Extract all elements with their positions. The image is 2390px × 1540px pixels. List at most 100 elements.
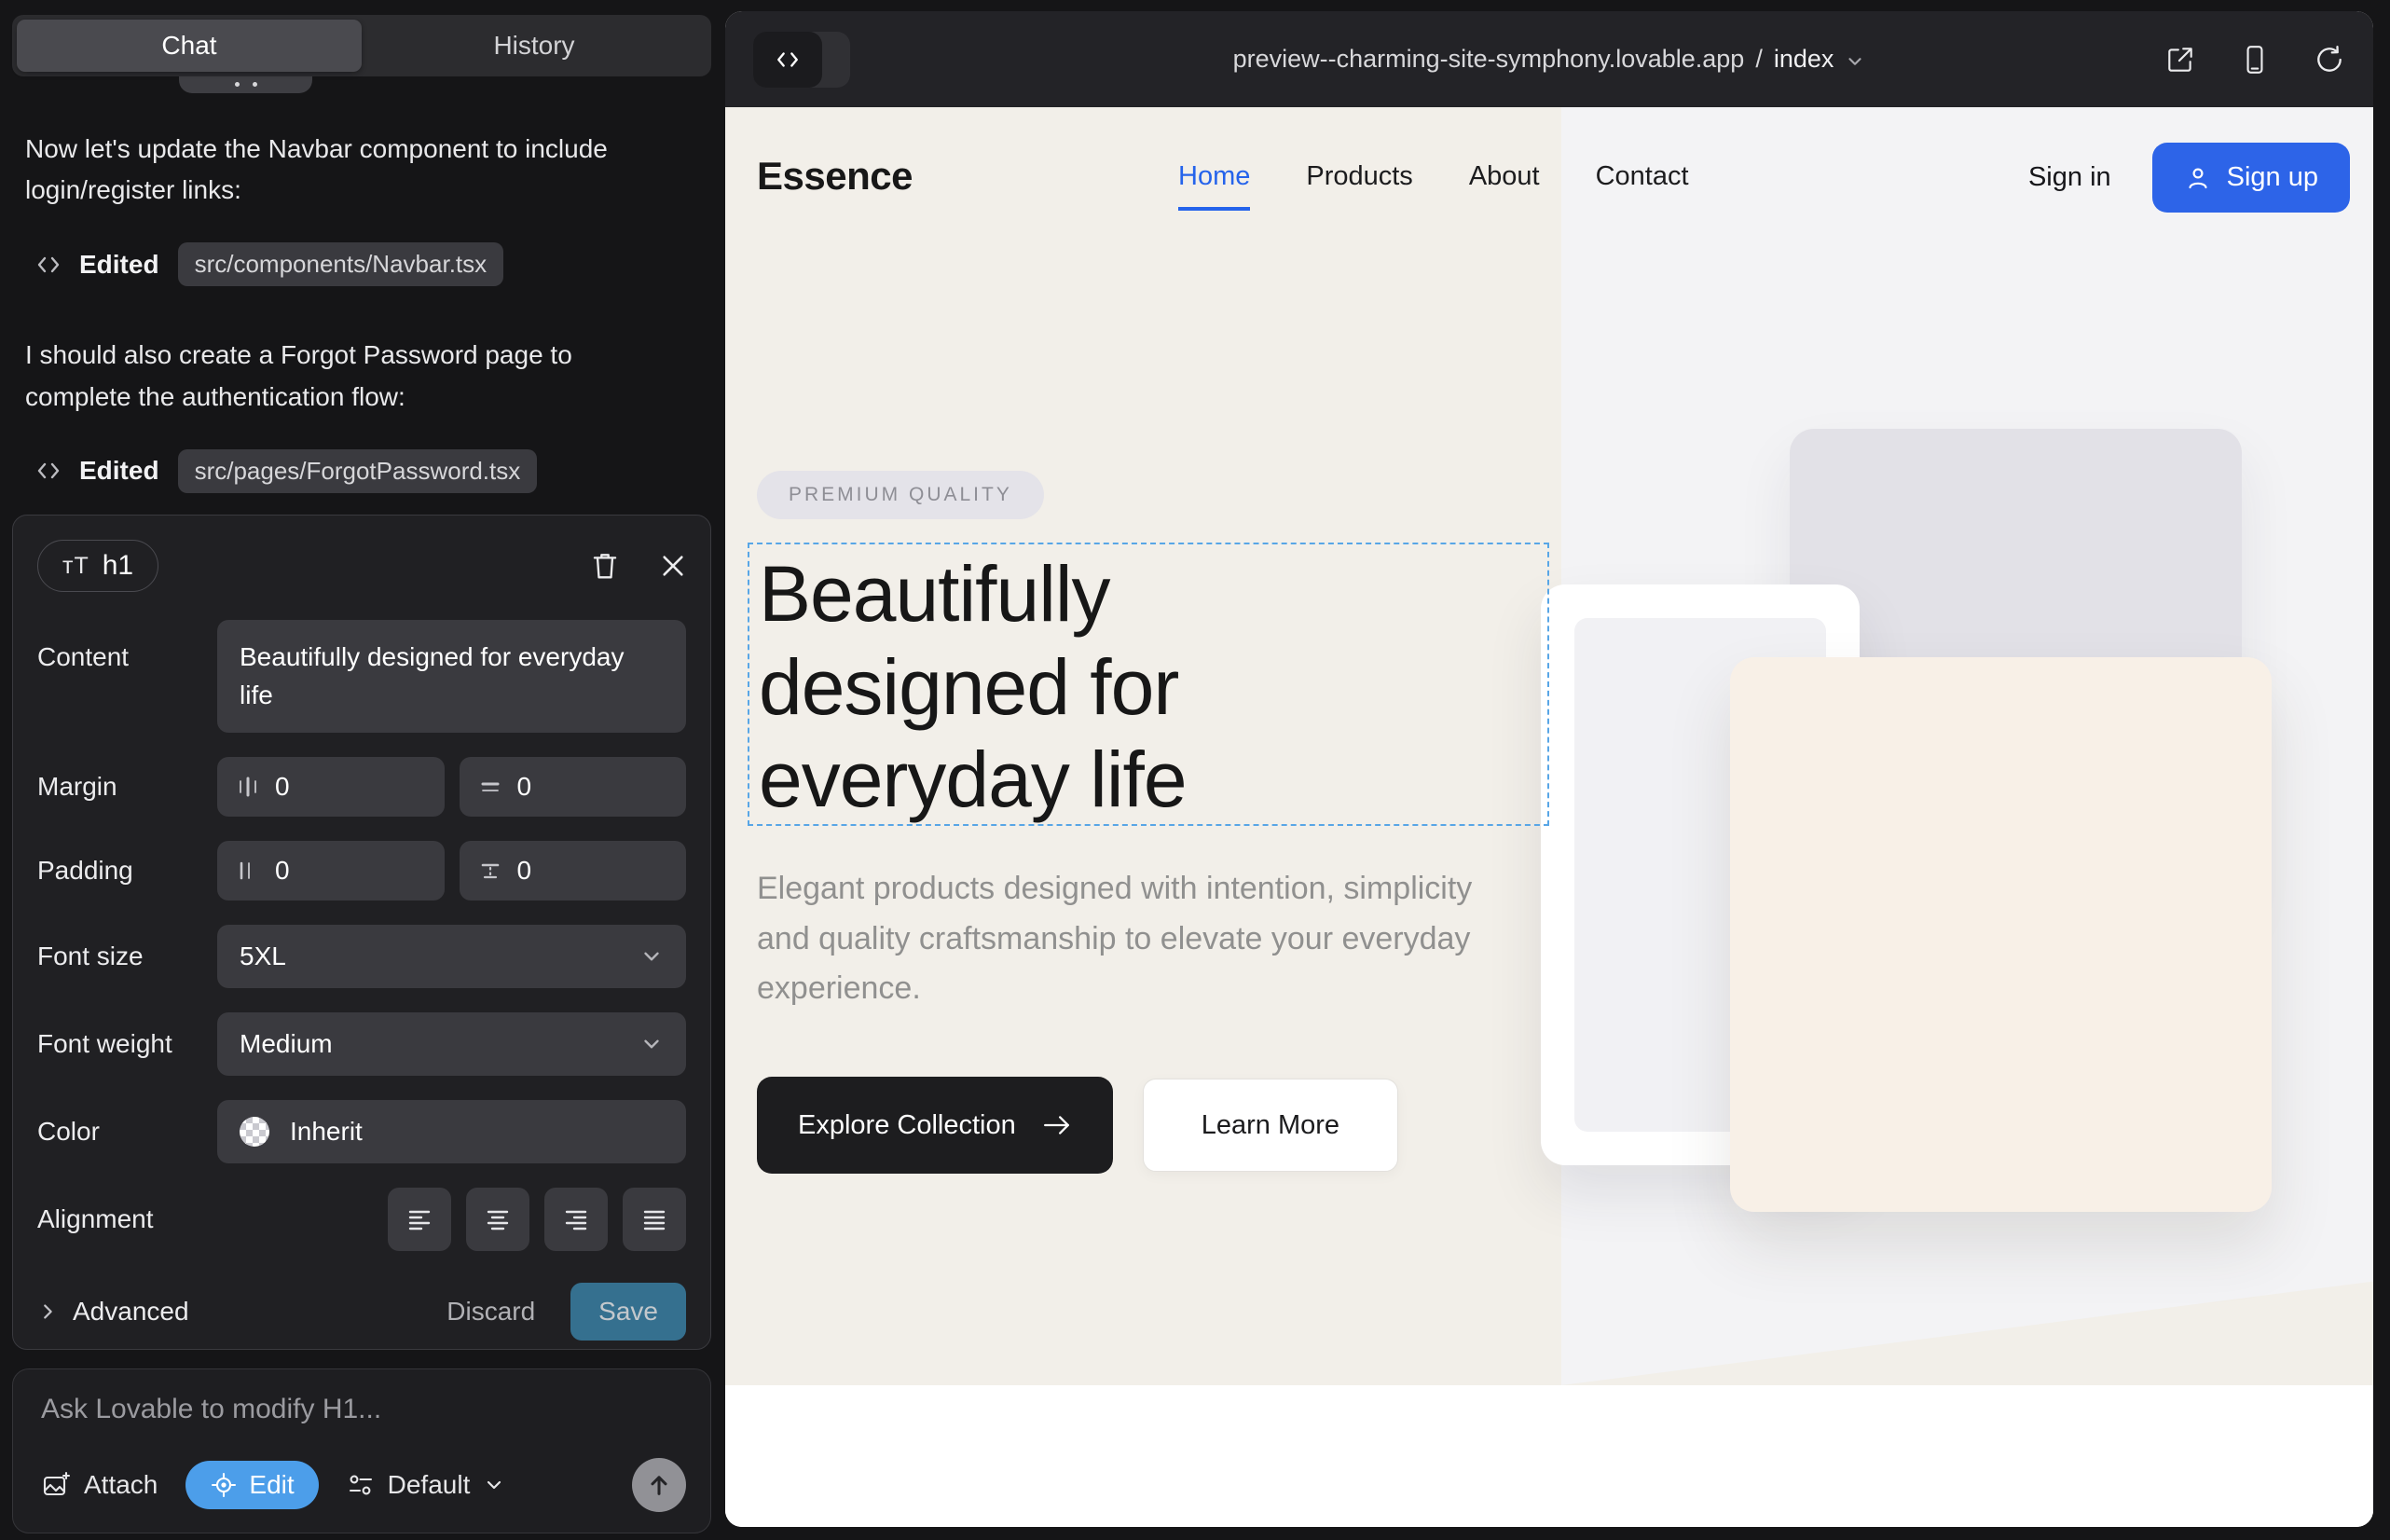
code-icon xyxy=(36,460,61,482)
font-size-select[interactable]: 5XL xyxy=(217,925,686,988)
content-input[interactable]: Beautifully designed for everyday life xyxy=(217,620,686,733)
tab-chat[interactable]: Chat xyxy=(17,20,362,72)
font-weight-select[interactable]: Medium xyxy=(217,1012,686,1076)
align-center-button[interactable] xyxy=(466,1188,529,1251)
mobile-icon xyxy=(2239,44,2271,76)
padding-x-input[interactable]: 0 xyxy=(217,841,445,901)
save-button[interactable]: Save xyxy=(570,1283,686,1341)
content-label: Content xyxy=(37,642,217,672)
attach-icon xyxy=(41,1470,71,1500)
align-justify-button[interactable] xyxy=(623,1188,686,1251)
font-weight-label: Font weight xyxy=(37,1029,217,1059)
close-icon[interactable] xyxy=(660,553,686,579)
editor-footer: Advanced Discard Save xyxy=(37,1283,686,1341)
user-icon xyxy=(2184,164,2212,192)
color-label: Color xyxy=(37,1117,217,1147)
chat-message: Now let's update the Navbar component to… xyxy=(25,129,626,211)
advanced-toggle[interactable]: Advanced xyxy=(37,1297,189,1327)
margin-y-icon xyxy=(478,775,502,799)
element-tag-pill[interactable]: тT h1 xyxy=(37,540,158,592)
alignment-label: Alignment xyxy=(37,1204,217,1234)
tab-history[interactable]: History xyxy=(362,20,707,72)
margin-y-input[interactable]: 0 xyxy=(460,757,687,817)
chevron-down-icon xyxy=(639,944,664,969)
chat-message: I should also create a Forgot Password p… xyxy=(25,335,626,417)
preview-toolbar: preview--charming-site-symphony.lovable.… xyxy=(725,11,2373,107)
code-view-toggle[interactable] xyxy=(753,32,850,88)
discard-button[interactable]: Discard xyxy=(446,1297,535,1327)
nav-link-contact[interactable]: Contact xyxy=(1596,161,1689,211)
align-right-button[interactable] xyxy=(544,1188,608,1251)
learn-more-button[interactable]: Learn More xyxy=(1143,1079,1398,1172)
content-row: Content Beautifully designed for everyda… xyxy=(37,620,686,733)
sign-in-link[interactable]: Sign in xyxy=(2028,162,2111,193)
mobile-view-button[interactable] xyxy=(2239,44,2271,76)
composer-input[interactable]: Ask Lovable to modify H1... xyxy=(41,1394,682,1425)
attach-button[interactable]: Attach xyxy=(41,1470,158,1500)
font-size-row: Font size 5XL xyxy=(37,925,686,988)
site-next-section xyxy=(725,1385,2373,1527)
align-center-icon xyxy=(484,1205,512,1233)
edited-file-row: Edited src/components/Navbar.tsx xyxy=(36,242,678,286)
chevron-down-icon xyxy=(639,1032,664,1056)
sidebar: Chat History Now let's update the Navbar… xyxy=(0,0,727,1540)
sign-up-button[interactable]: Sign up xyxy=(2152,143,2350,213)
delete-element-button[interactable] xyxy=(591,551,619,581)
quality-badge: PREMIUM QUALITY xyxy=(757,471,1044,519)
chat-composer: Ask Lovable to modify H1... Attach Edit … xyxy=(12,1368,711,1533)
margin-x-input[interactable]: 0 xyxy=(217,757,445,817)
chat-messages: Now let's update the Navbar component to… xyxy=(25,129,678,493)
send-button[interactable] xyxy=(632,1458,686,1512)
element-editor-panel: тT h1 Content Beautifully designed for e… xyxy=(12,515,711,1350)
default-mode-select[interactable]: Default xyxy=(347,1470,506,1500)
route-selector[interactable]: index xyxy=(1774,45,1834,74)
site-navbar: Essence Home Products About Contact Sign… xyxy=(725,107,2373,266)
padding-y-input[interactable]: 0 xyxy=(460,841,687,901)
nav-link-home[interactable]: Home xyxy=(1178,161,1250,211)
send-icon xyxy=(646,1472,672,1498)
align-left-button[interactable] xyxy=(388,1188,451,1251)
edited-file-row: Edited src/pages/ForgotPassword.tsx xyxy=(36,449,678,493)
margin-label: Margin xyxy=(37,772,217,802)
color-select[interactable]: Inherit xyxy=(217,1100,686,1163)
edit-mode-button[interactable]: Edit xyxy=(185,1461,318,1509)
nav-link-products[interactable]: Products xyxy=(1306,161,1412,211)
color-swatch xyxy=(240,1117,269,1147)
preview-window: preview--charming-site-symphony.lovable.… xyxy=(725,11,2373,1527)
nav-link-about[interactable]: About xyxy=(1469,161,1540,211)
chevron-down-icon xyxy=(1845,51,1865,72)
external-link-icon xyxy=(2164,44,2196,76)
align-right-icon xyxy=(562,1205,590,1233)
open-external-button[interactable] xyxy=(2164,44,2196,76)
target-icon xyxy=(210,1471,238,1499)
padding-label: Padding xyxy=(37,856,217,886)
site-logo[interactable]: Essence xyxy=(757,154,913,199)
explore-collection-button[interactable]: Explore Collection xyxy=(757,1077,1113,1174)
arrow-right-icon xyxy=(1042,1112,1072,1138)
align-left-icon xyxy=(405,1205,433,1233)
hero-paragraph: Elegant products designed with intention… xyxy=(757,864,1475,1014)
lovable-app: Chat History Now let's update the Navbar… xyxy=(0,0,2390,1540)
code-icon xyxy=(774,48,802,72)
url-bar: preview--charming-site-symphony.lovable.… xyxy=(725,11,2373,107)
font-size-label: Font size xyxy=(37,942,217,971)
file-chip[interactable]: src/pages/ForgotPassword.tsx xyxy=(178,449,538,493)
refresh-icon xyxy=(2314,44,2345,76)
align-justify-icon xyxy=(640,1205,668,1233)
padding-y-icon xyxy=(478,859,502,883)
selected-element-outline[interactable]: Beautifully designed for everyday life xyxy=(748,543,1549,826)
hero-heading[interactable]: Beautifully designed for everyday life xyxy=(759,548,1355,827)
edited-label: Edited xyxy=(79,456,159,486)
padding-x-icon xyxy=(236,859,260,883)
refresh-button[interactable] xyxy=(2314,44,2345,76)
margin-x-icon xyxy=(236,775,260,799)
file-chip[interactable]: src/components/Navbar.tsx xyxy=(178,242,504,286)
type-icon: тT xyxy=(62,553,89,580)
chevron-right-icon xyxy=(37,1301,58,1322)
alignment-row: Alignment xyxy=(37,1188,686,1251)
margin-row: Margin 0 0 xyxy=(37,757,686,817)
font-weight-row: Font weight Medium xyxy=(37,1012,686,1076)
site-canvas: Essence Home Products About Contact Sign… xyxy=(725,107,2373,1527)
chevron-down-icon xyxy=(483,1474,505,1496)
edited-label: Edited xyxy=(79,250,159,280)
